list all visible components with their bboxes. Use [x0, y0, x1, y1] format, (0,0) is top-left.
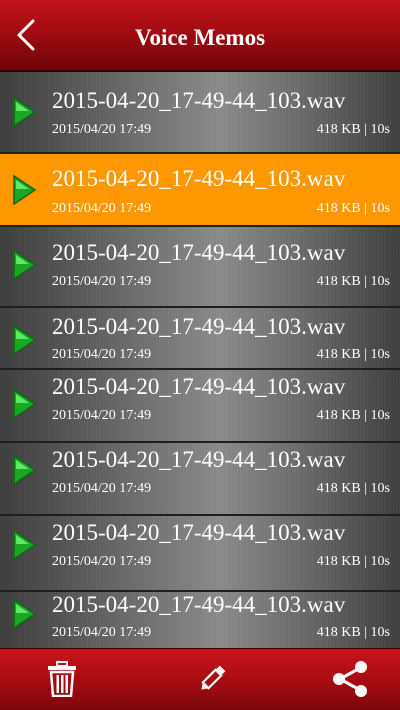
page-title: Voice Memos: [134, 25, 266, 50]
app-header: Voice Memos: [0, 0, 400, 72]
play-icon[interactable]: [11, 96, 37, 128]
memo-date: 2015/04/20 17:49: [52, 122, 152, 137]
memo-row-7[interactable]: 2015-04-20_17-49-44_103.wav 2015/04/20 1…: [0, 516, 400, 592]
memo-filename: 2015-04-20_17-49-44_103.wav: [52, 314, 346, 339]
play-icon[interactable]: [11, 388, 37, 420]
rename-button[interactable]: [192, 659, 232, 699]
share-icon: [333, 661, 367, 697]
memo-size-duration: 418 KB | 10s: [316, 625, 390, 640]
memo-row-6[interactable]: 2015-04-20_17-49-44_103.wav 2015/04/20 1…: [0, 443, 400, 516]
memo-row-2[interactable]: 2015-04-20_17-49-44_103.wav 2015/04/20 1…: [0, 154, 400, 227]
pencil-icon: [201, 665, 226, 690]
memo-row-8[interactable]: 2015-04-20_17-49-44_103.wav 2015/04/20 1…: [0, 592, 400, 648]
play-icon[interactable]: [11, 174, 37, 206]
delete-button[interactable]: [42, 659, 82, 699]
play-icon[interactable]: [11, 454, 37, 486]
memo-filename: 2015-04-20_17-49-44_103.wav: [52, 520, 346, 545]
memo-filename: 2015-04-20_17-49-44_103.wav: [52, 447, 346, 472]
memo-date: 2015/04/20 17:49: [52, 201, 152, 216]
memo-filename: 2015-04-20_17-49-44_103.wav: [52, 88, 346, 113]
memo-filename: 2015-04-20_17-49-44_103.wav: [52, 374, 346, 399]
memo-size-duration: 418 KB | 10s: [316, 122, 390, 137]
memo-size-duration: 418 KB | 10s: [316, 481, 390, 496]
memo-row-4[interactable]: 2015-04-20_17-49-44_103.wav 2015/04/20 1…: [0, 308, 400, 370]
memo-date: 2015/04/20 17:49: [52, 347, 152, 362]
memo-date: 2015/04/20 17:49: [52, 481, 152, 496]
memo-filename: 2015-04-20_17-49-44_103.wav: [52, 166, 346, 191]
memo-size-duration: 418 KB | 10s: [316, 408, 390, 423]
memo-size-duration: 418 KB | 10s: [316, 201, 390, 216]
memo-date: 2015/04/20 17:49: [52, 408, 152, 423]
memo-list[interactable]: 2015-04-20_17-49-44_103.wav 2015/04/20 1…: [0, 72, 400, 648]
memo-filename: 2015-04-20_17-49-44_103.wav: [52, 240, 346, 265]
voice-memos-screen: Voice Memos 2015-04-20_17-49-44_103.wav …: [0, 0, 400, 710]
memo-size-duration: 418 KB | 10s: [316, 347, 390, 362]
bottom-toolbar: [0, 648, 400, 710]
memo-size-duration: 418 KB | 10s: [316, 554, 390, 569]
play-icon[interactable]: [11, 249, 37, 281]
memo-date: 2015/04/20 17:49: [52, 625, 152, 640]
share-button[interactable]: [330, 659, 370, 699]
play-icon[interactable]: [11, 598, 37, 630]
memo-date: 2015/04/20 17:49: [52, 554, 152, 569]
trash-icon: [48, 661, 76, 697]
play-icon[interactable]: [11, 529, 37, 561]
memo-filename: 2015-04-20_17-49-44_103.wav: [52, 592, 346, 617]
memo-size-duration: 418 KB | 10s: [316, 274, 390, 289]
memo-row-1[interactable]: 2015-04-20_17-49-44_103.wav 2015/04/20 1…: [0, 72, 400, 154]
memo-row-3[interactable]: 2015-04-20_17-49-44_103.wav 2015/04/20 1…: [0, 227, 400, 308]
memo-date: 2015/04/20 17:49: [52, 274, 152, 289]
memo-row-5[interactable]: 2015-04-20_17-49-44_103.wav 2015/04/20 1…: [0, 370, 400, 443]
play-icon[interactable]: [11, 324, 37, 356]
